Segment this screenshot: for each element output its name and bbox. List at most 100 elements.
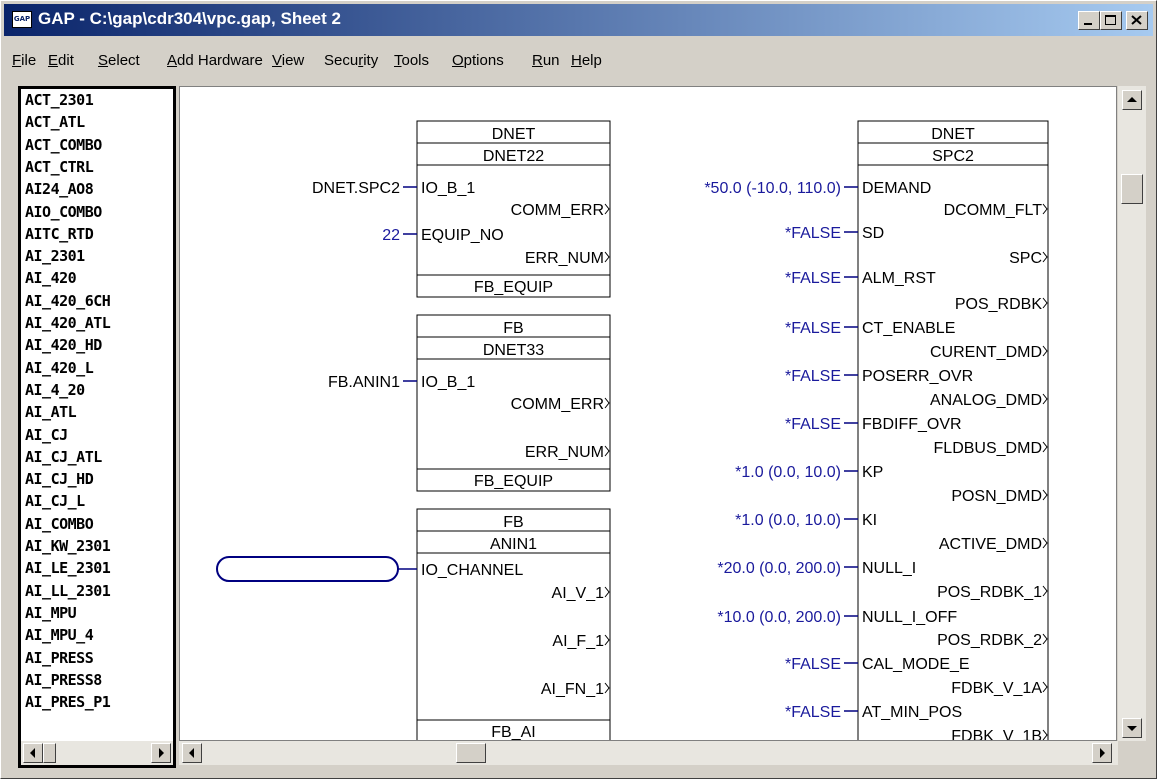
block-name-label: SPC2 — [932, 148, 974, 165]
input-pin-label: KI — [862, 512, 877, 529]
block-list-item[interactable]: AI_CJ_HD — [25, 470, 94, 488]
canvas-vertical-scrollbar[interactable] — [1118, 86, 1146, 741]
input-pin-label: IO_B_1 — [421, 374, 475, 391]
list-scroll-thumb[interactable] — [43, 743, 56, 763]
block-list-item[interactable]: AI_LL_2301 — [25, 582, 111, 600]
output-pin-label: FDBK_V_1B — [951, 728, 1042, 741]
block-list-item[interactable]: AI_KW_2301 — [25, 537, 111, 555]
scroll-right-button[interactable] — [1092, 743, 1112, 763]
scrollbar-corner — [1118, 741, 1146, 765]
menu-file[interactable]: File — [12, 52, 36, 69]
scroll-up-button[interactable] — [1122, 90, 1142, 110]
title-bar[interactable]: GAP GAP - C:\gap\cdr304\vpc.gap, Sheet 2 — [4, 4, 1153, 36]
diagram-canvas[interactable]: DNET DNET22 FB_EQUIP IO_B_1 DNET.SPC2 EQUIP_N… — [179, 86, 1117, 741]
output-pin-label: ANALOG_DMD — [930, 392, 1042, 409]
block-footer-label: FB_AI — [491, 724, 535, 741]
block-list-item[interactable]: AI_PRESS — [25, 649, 94, 667]
block-list-item[interactable]: AI_PRESS8 — [25, 671, 102, 689]
list-horizontal-scrollbar[interactable] — [21, 741, 173, 765]
block-list-item[interactable]: AI_420 — [25, 269, 77, 287]
horizontal-scroll-thumb[interactable] — [456, 743, 486, 763]
block-list-item[interactable]: AIO_COMBO — [25, 203, 102, 221]
app-window: GAP GAP - C:\gap\cdr304\vpc.gap, Sheet 2… — [0, 0, 1157, 779]
block-list-item[interactable]: AI_CJ_ATL — [25, 448, 102, 466]
block-list-item[interactable]: AI_MPU_4 — [25, 626, 94, 644]
block-list-item[interactable]: AI_LE_2301 — [25, 559, 111, 577]
block-list-item[interactable]: AI_420_ATL — [25, 314, 111, 332]
input-pin-label: IO_B_1 — [421, 180, 475, 197]
output-pin-label: POS_RDBK_1 — [937, 584, 1042, 601]
canvas-horizontal-scrollbar[interactable] — [179, 741, 1118, 765]
input-pin-label: ALM_RST — [862, 270, 936, 287]
block-list-item[interactable]: AI_PRES_P1 — [25, 693, 111, 711]
arrow-left-icon — [30, 748, 35, 758]
arrow-right-icon — [1100, 748, 1105, 758]
menu-select[interactable]: Select — [98, 52, 140, 69]
menu-run[interactable]: Run — [532, 52, 560, 69]
output-pin-label: AI_FN_1 — [541, 681, 604, 698]
output-pin-label: DCOMM_FLT — [944, 202, 1043, 219]
scroll-down-button[interactable] — [1122, 718, 1142, 738]
input-parameter-value: *20.0 (0.0, 200.0) — [717, 560, 841, 577]
input-pin-label: EQUIP_NO — [421, 227, 504, 244]
block-list-item[interactable]: AITC_RTD — [25, 225, 94, 243]
input-parameter-value: *FALSE — [785, 225, 841, 242]
block-diagram[interactable]: DNETDNET22FB_EQUIPIO_B_1DNET.SPC2EQUIP_N… — [180, 87, 1117, 741]
block-list-item[interactable]: AI_CJ — [25, 426, 68, 444]
block-type-label: FB — [503, 514, 523, 531]
menu-view[interactable]: View — [272, 52, 304, 69]
output-pin-label: AI_V_1 — [552, 585, 605, 602]
block-list-item[interactable]: AI_COMBO — [25, 515, 94, 533]
vertical-scroll-thumb[interactable] — [1121, 174, 1143, 204]
output-pin-label: FDBK_V_1A — [951, 680, 1042, 697]
block-list-item[interactable]: AI_420_6CH — [25, 292, 111, 310]
block-list-item[interactable]: AI_CJ_L — [25, 492, 85, 510]
input-pin-label: AT_MIN_POS — [862, 704, 962, 721]
block-list-item[interactable]: AI_ATL — [25, 403, 77, 421]
block-type-label: DNET — [492, 126, 536, 143]
block-list-item[interactable]: AI24_AO8 — [25, 180, 94, 198]
input-parameter-value: FB.ANIN1 — [328, 374, 400, 391]
arrow-right-icon — [159, 748, 164, 758]
menu-options[interactable]: Options — [452, 52, 504, 69]
io-channel-connector — [216, 556, 399, 582]
block-list-item[interactable]: AI_2301 — [25, 247, 85, 265]
input-pin-label: NULL_I_OFF — [862, 609, 957, 626]
menu-security[interactable]: Security — [324, 52, 378, 69]
output-pin-label: SPC — [1009, 250, 1042, 267]
maximize-button[interactable] — [1100, 11, 1122, 30]
output-pin-label: CURENT_DMD — [930, 344, 1042, 361]
block-list-item[interactable]: AI_420_L — [25, 359, 94, 377]
list-scroll-left-button[interactable] — [23, 743, 43, 763]
block-list-item[interactable]: ACT_CTRL — [25, 158, 94, 176]
block-list-item[interactable]: ACT_2301 — [25, 91, 94, 109]
output-pin-label: POSN_DMD — [951, 488, 1042, 505]
block-list-item[interactable]: ACT_COMBO — [25, 136, 102, 154]
block-list-item[interactable]: ACT_ATL — [25, 113, 85, 131]
block-list-item[interactable]: AI_MPU — [25, 604, 77, 622]
output-pin-label: ACTIVE_DMD — [939, 536, 1042, 553]
block-library-list[interactable]: ACT_2301 ACT_ATL ACT_COMBO ACT_CTRL AI24_AO8… — [18, 86, 176, 768]
input-parameter-value: *1.0 (0.0, 10.0) — [735, 512, 841, 529]
maximize-icon — [1105, 15, 1116, 25]
menu-tools[interactable]: Tools — [394, 52, 429, 69]
block-list-item[interactable]: AI_420_HD — [25, 336, 102, 354]
block-name-label: DNET22 — [483, 148, 544, 165]
input-pin-label: NULL_I — [862, 560, 916, 577]
gap-app-icon: GAP — [12, 11, 32, 28]
output-pin-label: FLDBUS_DMD — [934, 440, 1042, 457]
input-parameter-value: *1.0 (0.0, 10.0) — [735, 464, 841, 481]
output-pin-label: COMM_ERR — [511, 396, 604, 413]
close-button[interactable] — [1126, 11, 1148, 30]
list-scroll-right-button[interactable] — [151, 743, 171, 763]
minimize-button[interactable] — [1078, 11, 1100, 30]
scroll-left-button[interactable] — [182, 743, 202, 763]
menu-help[interactable]: Help — [571, 52, 602, 69]
input-parameter-value: *FALSE — [785, 270, 841, 287]
menu-add-hardware[interactable]: Add Hardware — [167, 52, 263, 69]
input-pin-label: POSERR_OVR — [862, 368, 973, 385]
block-list-item[interactable]: AI_4_20 — [25, 381, 85, 399]
window-title: GAP - C:\gap\cdr304\vpc.gap, Sheet 2 — [38, 9, 341, 28]
input-parameter-value: *FALSE — [785, 416, 841, 433]
menu-edit[interactable]: Edit — [48, 52, 74, 69]
